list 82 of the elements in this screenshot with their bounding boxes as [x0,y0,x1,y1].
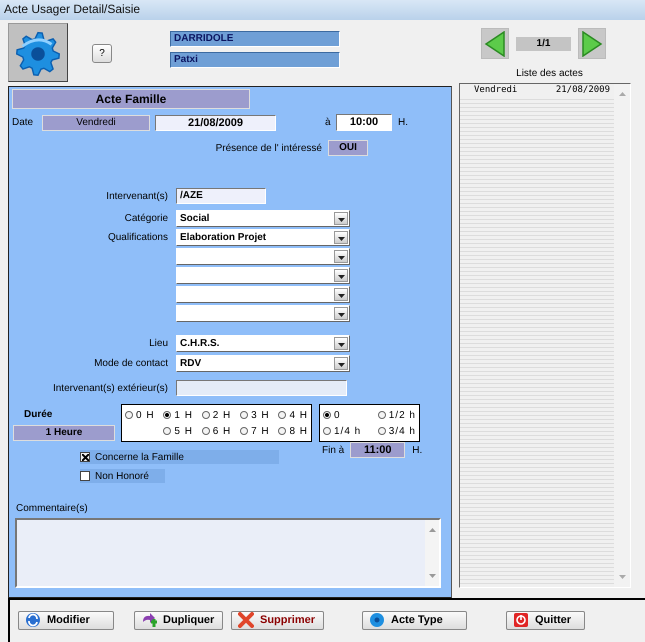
caret-icon [338,343,344,347]
caret-icon [338,256,344,260]
radio-option[interactable]: 6 H [202,426,232,436]
external-field[interactable] [176,380,347,396]
radio-option[interactable]: 3/4 h [378,426,416,436]
scroll-down-icon [618,575,626,579]
action-button[interactable]: Modifier [18,610,114,630]
power-icon [513,612,529,628]
hour-unit-label: H. [412,444,422,456]
radio-option[interactable]: 1 H [163,410,193,420]
radio-option[interactable]: 0 H [125,410,155,420]
dropdown[interactable]: RDV [176,355,350,372]
list-title: Liste des actes [515,68,584,79]
caret-icon [338,363,344,367]
record-counter: 1/1 [516,36,571,50]
previous-button[interactable] [481,28,509,59]
comment-field[interactable] [15,518,441,588]
dropdown[interactable]: Social [176,210,350,227]
intervenants-field[interactable]: /AZE [176,188,266,204]
radio-option[interactable]: 1/4 h [323,426,362,436]
checkbox-row[interactable]: Non Honoré [80,469,165,483]
caret-icon [338,294,344,298]
radio-option[interactable]: 7 H [240,426,270,436]
time-field[interactable]: 10:00 [336,114,392,131]
duration-field[interactable]: 1 Heure [13,425,115,441]
caret-icon [338,237,344,241]
right-arrow-icon [581,30,603,56]
list-row[interactable]: Vendredi 21/08/2009 [460,84,614,97]
qualifications-label: Qualifications [106,232,168,243]
dropdown[interactable] [176,248,350,265]
action-button[interactable]: Dupliquer [134,610,223,630]
checkbox-row[interactable]: Concerne la Famille [80,450,279,464]
action-button[interactable]: Supprimer [231,610,324,630]
radio-option[interactable]: 8 H [278,426,308,436]
dropdown[interactable] [176,267,350,284]
action-button[interactable]: Acte Type [362,610,467,630]
scrollbar[interactable] [614,84,630,587]
intervenants-label: Intervenant(s) [105,190,168,202]
scroll-up-icon [428,528,436,532]
day-field[interactable]: Vendredi [42,114,150,130]
cross-icon [238,612,254,628]
scrollbar[interactable] [425,520,439,586]
place-label: Lieu [148,338,168,349]
help-button[interactable]: ? [92,44,112,63]
scroll-down-icon [428,574,436,578]
end-label: Fin à [322,444,344,456]
end-time-field[interactable]: 11:00 [350,442,406,458]
radio-option[interactable]: 0 [323,410,362,420]
at-label: à [325,117,332,128]
category-label: Catégorie [124,213,168,224]
form-title: Acte Famille [12,89,250,109]
date-label: Date [12,117,34,128]
radio-option[interactable]: 3 H [240,410,270,420]
caret-icon [338,313,344,317]
dropdown[interactable] [176,305,350,322]
dropdown[interactable] [176,286,350,303]
left-arrow-icon [484,30,506,56]
radio-option[interactable]: 1/2 h [378,410,416,420]
contact-mode-label: Mode de contact [93,358,168,369]
hour-unit-label: H. [398,117,408,128]
presence-label: Présence de l' intéressé [214,142,322,154]
scroll-up-icon [618,92,626,96]
presence-field[interactable]: OUI [328,140,368,156]
next-button[interactable] [578,28,606,59]
caret-icon [338,218,344,222]
radio-option[interactable]: 2 H [202,410,232,420]
caret-icon [338,275,344,279]
radio-option[interactable]: 5 H [163,426,193,436]
refresh-icon [25,612,41,628]
first-name-field[interactable]: Patxi [170,52,340,68]
external-label: Intervenant(s) extérieur(s) [52,382,168,394]
date-field[interactable]: 21/08/2009 [155,114,276,130]
dropdown[interactable]: C.H.R.S. [176,335,350,352]
action-button[interactable]: Quitter [506,610,585,630]
comment-label: Commentaire(s) [16,503,89,514]
window-title: Acte Usager Detail/Saisie [0,0,645,20]
check-icon [82,454,88,460]
radio-option[interactable]: 4 H [278,410,308,420]
dropdown[interactable]: Elaboration Projet [176,229,350,246]
last-name-field[interactable]: DARRIDOLE [170,31,340,47]
curved-arrow-plus-icon [141,612,157,628]
duration-label: Durée [24,409,52,420]
